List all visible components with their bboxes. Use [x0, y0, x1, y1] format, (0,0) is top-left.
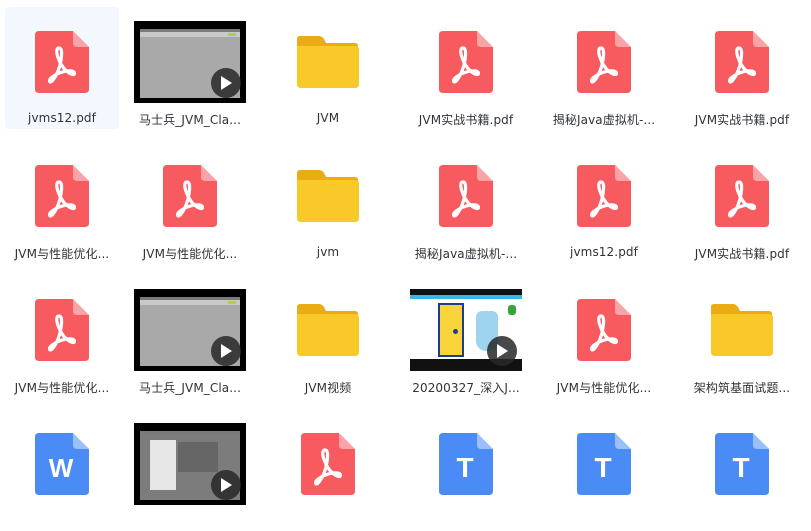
folder-icon [297, 36, 359, 88]
pdf-icon [35, 165, 89, 227]
file-item[interactable]: 马士兵_JVM_Cla... [133, 275, 247, 397]
text-doc-icon: T [439, 433, 493, 495]
file-item[interactable]: JVM实战书籍.pdf [685, 7, 799, 129]
file-thumbnail [271, 289, 385, 371]
file-grid: jvms12.pdf 马士兵_JVM_Cla... JVM JVM实战书籍.pdf 揭秘… [0, 0, 811, 505]
file-item[interactable]: 20200327_深入J... [409, 275, 523, 397]
svg-text:T: T [594, 452, 611, 483]
file-name: jvms12.pdf [28, 111, 96, 125]
video-thumbnail [410, 289, 522, 371]
file-name: JVM与性能优化... [556, 381, 652, 395]
file-name: JVM与性能优化... [142, 247, 238, 261]
file-item[interactable]: jvms12.pdf [5, 7, 119, 129]
pdf-icon [715, 165, 769, 227]
pdf-icon [163, 165, 217, 227]
pdf-icon [577, 299, 631, 361]
file-item[interactable]: JVM与性能优化... [547, 275, 661, 397]
svg-text:W: W [49, 453, 74, 483]
file-item[interactable]: 揭秘Java虚拟机-... [409, 141, 523, 263]
play-icon[interactable] [211, 68, 241, 98]
file-thumbnail: T [409, 423, 523, 505]
play-icon[interactable] [211, 470, 241, 500]
file-thumbnail [547, 155, 661, 237]
file-name: 揭秘Java虚拟机-... [414, 247, 518, 261]
folder-icon [297, 304, 359, 356]
file-name: JVM与性能优化... [14, 247, 110, 261]
file-thumbnail: T [685, 423, 799, 505]
file-thumbnail [409, 21, 523, 103]
pdf-icon [301, 433, 355, 495]
file-item[interactable]: jvm [271, 141, 385, 263]
file-name: JVM [316, 111, 340, 125]
file-item[interactable]: 揭秘Java虚拟机-... [547, 7, 661, 129]
file-thumbnail [685, 155, 799, 237]
file-thumbnail: T [547, 423, 661, 505]
file-item[interactable]: T [547, 409, 661, 531]
file-thumbnail [133, 155, 247, 237]
play-icon[interactable] [211, 336, 241, 366]
file-thumbnail [547, 289, 661, 371]
file-thumbnail [271, 21, 385, 103]
file-thumbnail [271, 155, 385, 237]
file-item[interactable]: jvms12.pdf [547, 141, 661, 263]
file-item[interactable]: 马士兵_JVM_Cla... [133, 7, 247, 129]
file-name: 马士兵_JVM_Cla... [138, 381, 241, 395]
file-thumbnail [409, 155, 523, 237]
pdf-icon [577, 31, 631, 93]
pdf-icon [439, 165, 493, 227]
file-thumbnail [5, 155, 119, 237]
pdf-icon [439, 31, 493, 93]
file-name: 20200327_深入J... [412, 381, 520, 395]
file-thumbnail [5, 21, 119, 103]
pdf-icon [35, 31, 89, 93]
file-name: JVM实战书籍.pdf [694, 247, 790, 261]
folder-icon [297, 170, 359, 222]
file-name: JVM与性能优化... [14, 381, 110, 395]
file-item[interactable]: JVM与性能优化... [5, 141, 119, 263]
file-thumbnail [5, 289, 119, 371]
file-item[interactable]: W [5, 409, 119, 531]
pdf-icon [35, 299, 89, 361]
file-name: JVM实战书籍.pdf [694, 113, 790, 127]
file-thumbnail [271, 423, 385, 505]
file-item[interactable]: JVM视频 [271, 275, 385, 397]
play-icon[interactable] [487, 336, 517, 366]
video-thumbnail [134, 21, 246, 103]
file-item[interactable]: T [685, 409, 799, 531]
file-name: 马士兵_JVM_Cla... [138, 113, 241, 127]
file-name: 架构筑基面试题... [693, 381, 791, 395]
file-name: JVM视频 [304, 381, 352, 395]
file-name: jvm [316, 245, 340, 259]
file-thumbnail: W [5, 423, 119, 505]
file-thumbnail [133, 289, 247, 371]
file-name: 揭秘Java虚拟机-... [552, 113, 656, 127]
file-item[interactable]: JVM实战书籍.pdf [685, 141, 799, 263]
folder-icon [711, 304, 773, 356]
text-doc-icon: T [715, 433, 769, 495]
file-item[interactable] [271, 409, 385, 531]
video-thumbnail [134, 423, 246, 505]
pdf-icon [577, 165, 631, 227]
text-doc-icon: T [577, 433, 631, 495]
pdf-icon [715, 31, 769, 93]
file-item[interactable]: JVM实战书籍.pdf [409, 7, 523, 129]
word-doc-icon: W [35, 433, 89, 495]
file-thumbnail [685, 289, 799, 371]
file-item[interactable]: JVM [271, 7, 385, 129]
file-item[interactable] [133, 409, 247, 531]
file-item[interactable]: JVM与性能优化... [133, 141, 247, 263]
file-item[interactable]: JVM与性能优化... [5, 275, 119, 397]
svg-text:T: T [456, 452, 473, 483]
file-thumbnail [547, 21, 661, 103]
file-item[interactable]: T [409, 409, 523, 531]
file-thumbnail [409, 289, 523, 371]
file-name: JVM实战书籍.pdf [418, 113, 514, 127]
file-thumbnail [133, 423, 247, 505]
video-thumbnail [134, 289, 246, 371]
svg-text:T: T [732, 452, 749, 483]
file-thumbnail [685, 21, 799, 103]
file-thumbnail [133, 21, 247, 103]
file-item[interactable]: 架构筑基面试题... [685, 275, 799, 397]
file-name: jvms12.pdf [570, 245, 638, 259]
